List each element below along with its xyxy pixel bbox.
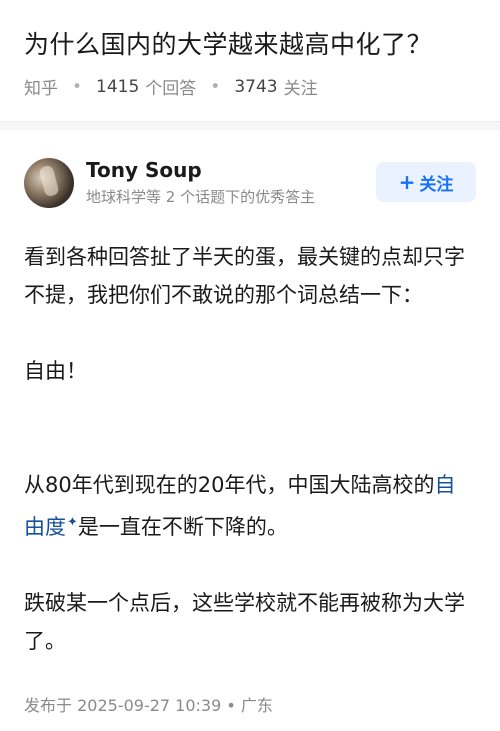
separator-dot: • [72,76,83,97]
author-info: Tony Soup 地球科学等 2 个话题下的优秀答主 [86,152,376,207]
answer-count-label: 个回答 [145,79,197,99]
publish-info: 发布于 2025-09-27 10:39 • 广东 [24,696,273,715]
source-label: 知乎 [24,79,58,99]
answer-content: 看到各种回答扯了半天的蛋，最关键的点却只字不提，我把你们不敢说的那个词总结一下：… [24,238,476,660]
follow-button-label: 关注 [419,174,454,195]
answer-paragraph: 看到各种回答扯了半天的蛋，最关键的点却只字不提，我把你们不敢说的那个词总结一下： [24,245,465,307]
separator-dot: • [210,76,221,97]
answer-count: 1415 [96,76,140,97]
paragraph-text: 是一直在不断下降的。 [77,515,288,539]
avatar[interactable] [24,158,74,208]
author-name[interactable]: Tony Soup [86,156,376,184]
author-row: Tony Soup 地球科学等 2 个话题下的优秀答主 + 关注 [24,152,476,208]
sparkle-icon: ✦ [67,515,78,530]
answer-card: Tony Soup 地球科学等 2 个话题下的优秀答主 + 关注 看到各种回答扯… [0,130,500,731]
question-meta: 知乎 • 1415 个回答 • 3743 关注 [24,74,476,100]
follower-count-label: 关注 [283,79,318,99]
follow-button[interactable]: + 关注 [376,162,476,202]
plus-icon: + [398,170,416,194]
answer-paragraph: 从80年代到现在的20年代，中国大陆高校的自由度✦是一直在不断下降的。 [24,466,476,546]
answer-paragraph: 跌破某一个点后，这些学校就不能再被称为大学了。 [24,591,465,653]
question-title[interactable]: 为什么国内的大学越来越高中化了？ [24,28,476,62]
question-card[interactable]: 为什么国内的大学越来越高中化了？ 知乎 • 1415 个回答 • 3743 关注 [0,0,500,122]
follower-count: 3743 [234,76,278,97]
paragraph-text: 从80年代到现在的20年代，中国大陆高校的 [24,473,435,497]
author-badge: 地球科学等 2 个话题下的优秀答主 [86,188,316,206]
answer-paragraph: 自由！ [24,359,87,383]
